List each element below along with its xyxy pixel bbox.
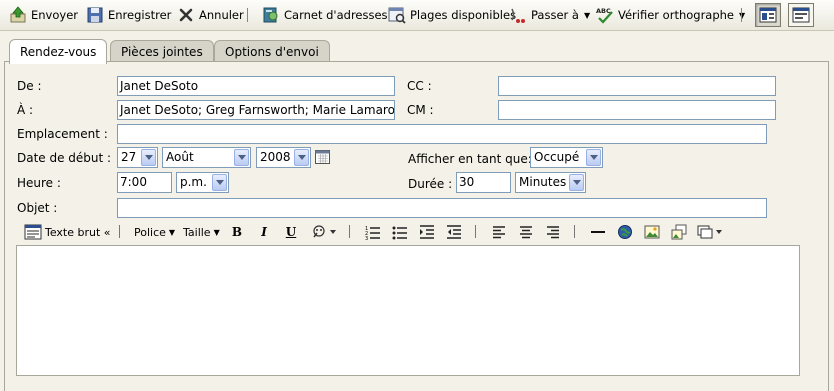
tab-appointment[interactable]: Rendez-vous: [9, 39, 108, 64]
insert-picture-icon[interactable]: [671, 224, 687, 240]
align-right-icon[interactable]: [545, 224, 561, 240]
time-field[interactable]: 7:00: [117, 172, 172, 193]
insert-special-dropdown[interactable]: [697, 224, 723, 240]
view-layout-full-button[interactable]: [755, 3, 781, 27]
main-toolbar: Envoyer Enregistrer Annuler Carnet d'adr…: [0, 0, 834, 31]
show-as-label: Afficher en tant que:: [408, 152, 532, 166]
availability-icon: [388, 7, 406, 24]
save-icon: [87, 7, 103, 23]
chevron-down-icon: [294, 149, 309, 166]
layout-full-icon: [759, 7, 777, 23]
align-left-icon[interactable]: [491, 224, 507, 240]
chevron-down-icon: ▼: [213, 227, 220, 237]
insert-special-icon: [697, 225, 722, 239]
duration-label: Durée :: [408, 177, 453, 191]
chevron-down-icon: ▼: [168, 227, 176, 237]
toolbar-separator: [247, 8, 248, 22]
editor-separator: [119, 225, 120, 238]
horizontal-rule-icon[interactable]: [590, 224, 606, 240]
editor-separator: [349, 225, 350, 238]
save-button[interactable]: Enregistrer: [86, 4, 171, 26]
address-book-icon: [263, 7, 278, 23]
bcc-label: CM :: [407, 103, 434, 117]
view-layout-compact-button[interactable]: [788, 3, 814, 27]
tab-send-options[interactable]: Options d'envoi: [214, 40, 330, 63]
month-select[interactable]: Août: [162, 147, 251, 168]
year-select[interactable]: 2008: [256, 147, 311, 168]
svg-text:ABC: ABC: [596, 7, 611, 15]
chevron-down-icon: [234, 149, 249, 166]
spellcheck-icon: ABC: [596, 7, 613, 24]
insert-link-icon[interactable]: [617, 224, 633, 240]
send-icon: [10, 6, 26, 23]
font-dropdown[interactable]: Police ▼: [134, 222, 175, 242]
outdent-icon[interactable]: [446, 224, 462, 240]
message-body-editor[interactable]: [16, 245, 800, 376]
plain-text-icon: [24, 224, 42, 240]
size-dropdown[interactable]: Taille ▼: [183, 222, 220, 242]
spellcheck-dropdown[interactable]: ABC Vérifier orthographe ▼: [596, 4, 745, 26]
goto-dropdown[interactable]: Passer à ▼: [509, 4, 590, 26]
bcc-field[interactable]: [498, 100, 776, 120]
to-field[interactable]: Janet DeSoto; Greg Farnsworth; Marie Lam…: [117, 100, 395, 120]
goto-icon: [511, 8, 525, 23]
svg-text:3: 3: [365, 236, 368, 240]
day-select[interactable]: 27: [117, 147, 158, 168]
italic-button[interactable]: I: [256, 224, 272, 240]
calendar-icon[interactable]: [315, 150, 330, 164]
from-field[interactable]: Janet DeSoto: [117, 76, 395, 96]
plain-text-toggle[interactable]: Texte brut «: [24, 222, 111, 242]
editor-separator: [475, 225, 476, 238]
text-color-icon: [313, 225, 336, 238]
editor-separator: [574, 225, 575, 238]
chevron-down-icon: [586, 149, 601, 166]
chevron-down-icon: ▼: [739, 10, 746, 20]
to-label: À :: [17, 103, 34, 117]
cc-label: CC :: [407, 79, 432, 93]
toolbar-separator: [741, 8, 742, 22]
align-center-icon[interactable]: [518, 224, 534, 240]
chevron-down-icon: [212, 174, 227, 191]
bold-button[interactable]: B: [229, 224, 245, 240]
insert-image-icon[interactable]: [644, 224, 660, 240]
location-label: Emplacement :: [17, 127, 108, 141]
cc-field[interactable]: [498, 76, 776, 96]
ampm-select[interactable]: p.m.: [176, 172, 229, 193]
location-field[interactable]: [117, 124, 767, 144]
underline-button[interactable]: U: [283, 224, 299, 240]
chevron-down-icon: [569, 174, 584, 191]
send-button[interactable]: Envoyer: [9, 4, 78, 26]
numbered-list-icon[interactable]: 123: [365, 224, 381, 240]
cancel-button[interactable]: Annuler: [177, 4, 244, 26]
cancel-icon: [179, 8, 193, 22]
subject-label: Objet :: [17, 201, 58, 215]
chevron-down-icon: ▼: [583, 10, 591, 20]
start-date-label: Date de début :: [17, 151, 112, 165]
time-label: Heure :: [17, 176, 61, 190]
subject-field[interactable]: [117, 198, 767, 218]
text-color-dropdown[interactable]: [311, 224, 337, 240]
show-as-select[interactable]: Occupé: [530, 147, 603, 168]
tab-attachments[interactable]: Pièces jointes: [110, 40, 214, 63]
from-label: De :: [17, 79, 42, 93]
bullet-list-icon[interactable]: [392, 224, 408, 240]
availability-button[interactable]: Plages disponibles: [388, 4, 516, 26]
chevron-down-icon: [141, 149, 156, 166]
indent-icon[interactable]: [419, 224, 435, 240]
tab-bar: Rendez-vous Pièces jointes Options d'env…: [0, 31, 834, 64]
duration-unit-select[interactable]: Minutes: [515, 172, 586, 193]
address-book-button[interactable]: Carnet d'adresses: [262, 4, 388, 26]
layout-compact-icon: [792, 7, 810, 23]
duration-field[interactable]: 30: [456, 172, 511, 193]
